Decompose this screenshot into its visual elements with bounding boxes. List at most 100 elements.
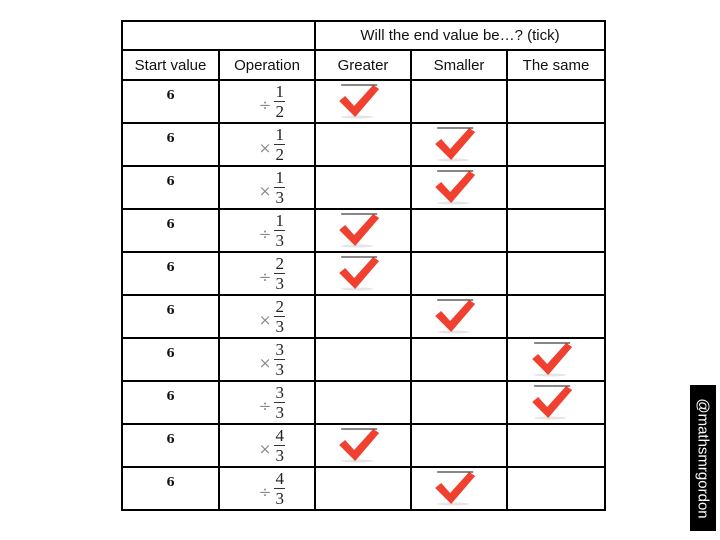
answer-cell-smaller[interactable] [410, 122, 508, 167]
operation: ÷ 4 3 [220, 468, 314, 509]
blank-header-cell [121, 20, 316, 51]
denominator: 3 [275, 360, 285, 379]
answer-cell-the-same[interactable] [505, 208, 607, 253]
operation-cell: ÷ 2 3 [218, 251, 316, 296]
answer-cell-greater[interactable] [314, 165, 412, 210]
operation-cell: × 1 3 [218, 165, 316, 210]
watermark-text: @mathsmrgordon [694, 397, 712, 519]
start-value: 6 [166, 432, 175, 446]
answer-cell-the-same[interactable] [505, 294, 607, 339]
operation-cell: ÷ 3 3 [218, 380, 316, 425]
answer-cell-greater[interactable] [314, 423, 412, 468]
fraction: 1 2 [274, 82, 286, 120]
answer-cell-smaller[interactable] [410, 423, 508, 468]
column-header-row: Start value Operation Greater Smaller Th… [121, 49, 607, 81]
numerator: 1 [275, 168, 285, 187]
answer-cell-the-same[interactable] [505, 466, 607, 511]
answer-cell-the-same[interactable] [505, 165, 607, 210]
header-operation: Operation [218, 49, 316, 81]
answer-cell-smaller[interactable] [410, 251, 508, 296]
answer-cell-the-same[interactable] [505, 122, 607, 167]
fraction: 3 3 [274, 341, 286, 379]
answer-cell-the-same[interactable] [505, 251, 607, 296]
answer-cell-the-same[interactable] [505, 79, 607, 124]
worksheet-table: Will the end value be…? (tick) Start val… [121, 20, 607, 511]
numerator: 2 [275, 254, 285, 273]
answer-cell-the-same[interactable] [505, 337, 607, 382]
start-value-cell: 6 [121, 337, 220, 382]
answer-cell-smaller[interactable] [410, 165, 508, 210]
fraction: 1 2 [274, 126, 286, 164]
start-value-cell: 6 [121, 423, 220, 468]
operator-symbol: × [258, 181, 272, 200]
answer-cell-smaller[interactable] [410, 79, 508, 124]
fraction: 1 3 [274, 211, 286, 249]
answer-cell-greater[interactable] [314, 79, 412, 124]
table-row: 6 ÷ 2 3 [121, 251, 607, 296]
numerator: 4 [275, 426, 285, 445]
operation: × 4 3 [220, 425, 314, 466]
check-mark-icon [339, 428, 380, 463]
numerator: 3 [275, 383, 285, 402]
table-row: 6 × 4 3 [121, 423, 607, 468]
operation: × 1 3 [220, 167, 314, 208]
answer-cell-greater[interactable] [314, 466, 412, 511]
answer-cell-greater[interactable] [314, 380, 412, 425]
operator-symbol: × [258, 138, 272, 157]
start-value: 6 [166, 475, 175, 489]
answer-cell-smaller[interactable] [410, 208, 508, 253]
operator-symbol: ÷ [258, 482, 272, 501]
start-value-cell: 6 [121, 380, 220, 425]
header-the-same: The same [505, 49, 607, 81]
answer-cell-the-same[interactable] [505, 380, 607, 425]
answer-cell-smaller[interactable] [410, 337, 508, 382]
watermark: @mathsmrgordon [690, 385, 716, 531]
check-mark-icon [435, 299, 476, 334]
table-row: 6 × 2 3 [121, 294, 607, 339]
answer-cell-smaller[interactable] [410, 380, 508, 425]
start-value: 6 [166, 217, 175, 231]
start-value: 6 [166, 260, 175, 274]
operator-symbol: ÷ [258, 396, 272, 415]
check-mark-icon [339, 256, 380, 291]
fraction: 2 3 [274, 298, 286, 335]
denominator: 2 [275, 145, 285, 164]
start-value: 6 [166, 389, 175, 403]
denominator: 3 [275, 188, 285, 207]
answer-cell-greater[interactable] [314, 208, 412, 253]
answer-cell-greater[interactable] [314, 251, 412, 296]
denominator: 3 [275, 446, 285, 465]
answer-cell-greater[interactable] [314, 122, 412, 167]
operation-cell: × 3 3 [218, 337, 316, 382]
answer-cell-greater[interactable] [314, 337, 412, 382]
fraction: 4 3 [274, 470, 286, 507]
answer-cell-smaller[interactable] [410, 294, 508, 339]
table-row: 6 ÷ 4 3 [121, 466, 607, 511]
operation: ÷ 3 3 [220, 382, 314, 423]
start-value-cell: 6 [121, 466, 220, 511]
group-header: Will the end value be…? (tick) [313, 20, 607, 51]
answer-cell-smaller[interactable] [410, 466, 508, 511]
check-mark-icon [532, 342, 573, 377]
fraction: 3 3 [274, 383, 286, 422]
start-value: 6 [166, 303, 175, 317]
check-mark-icon [435, 471, 476, 506]
start-value-cell: 6 [121, 251, 220, 296]
table-row: 6 ÷ 3 3 [121, 380, 607, 425]
table-row: 6 × 3 3 [121, 337, 607, 382]
numerator: 1 [275, 211, 285, 230]
operation-cell: ÷ 4 3 [218, 466, 316, 511]
operator-symbol: ÷ [258, 267, 272, 286]
operation: ÷ 1 2 [220, 81, 314, 122]
operation: × 2 3 [220, 296, 314, 337]
answer-cell-the-same[interactable] [505, 423, 607, 468]
answer-cell-greater[interactable] [314, 294, 412, 339]
start-value-cell: 6 [121, 208, 220, 253]
start-value: 6 [166, 88, 175, 102]
denominator: 3 [275, 403, 285, 422]
numerator: 1 [275, 82, 285, 101]
table-row: 6 ÷ 1 2 [121, 79, 607, 124]
fraction: 4 3 [274, 426, 286, 465]
operation-cell: × 2 3 [218, 294, 316, 339]
operator-symbol: × [258, 310, 272, 329]
